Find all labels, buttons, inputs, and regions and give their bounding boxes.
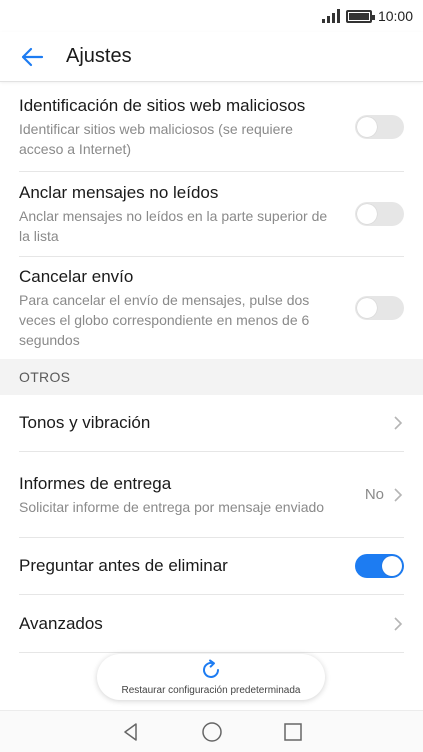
- setting-subtitle: Para cancelar el envío de mensajes, puls…: [19, 292, 310, 348]
- setting-tones[interactable]: Tonos y vibración: [19, 395, 404, 452]
- setting-advanced[interactable]: Avanzados: [19, 595, 404, 653]
- setting-subtitle: Anclar mensajes no leídos en la parte su…: [19, 208, 328, 244]
- setting-subtitle: Identificar sitios web maliciosos (se re…: [19, 121, 293, 157]
- setting-ask-before-delete[interactable]: Preguntar antes de eliminar: [19, 538, 404, 595]
- malicious-sites-toggle[interactable]: [355, 115, 404, 139]
- nav-back-button[interactable]: [116, 717, 146, 747]
- nav-home-button[interactable]: [197, 717, 227, 747]
- setting-title: Cancelar envío: [19, 267, 134, 286]
- page-title: Ajustes: [66, 45, 132, 67]
- restore-defaults-label: Restaurar configuración predeterminada: [121, 685, 301, 696]
- back-button[interactable]: [0, 32, 64, 82]
- battery-icon: [345, 9, 375, 23]
- section-header-otros: OTROS: [0, 359, 423, 395]
- setting-title: Informes de entrega: [19, 473, 172, 493]
- setting-title: Anclar mensajes no leídos: [19, 183, 219, 202]
- setting-title: Tonos y vibración: [19, 413, 151, 432]
- settings-list: Identificación de sitios web maliciosos …: [0, 83, 423, 653]
- setting-title: Identificación de sitios web maliciosos: [19, 96, 306, 115]
- chevron-right-icon: [394, 416, 403, 430]
- restore-defaults-button[interactable]: Restaurar configuración predeterminada: [97, 654, 325, 700]
- app-header: Ajustes: [0, 32, 423, 82]
- setting-subtitle: Solicitar informe de entrega por mensaje…: [19, 498, 325, 515]
- triangle-back-icon: [123, 722, 137, 741]
- setting-pin-unread[interactable]: Anclar mensajes no leídos Anclar mensaje…: [19, 172, 404, 257]
- setting-cancel-send[interactable]: Cancelar envío Para cancelar el envío de…: [19, 257, 404, 359]
- chevron-right-icon: [394, 616, 403, 631]
- refresh-icon: [203, 659, 219, 678]
- cancel-send-toggle[interactable]: [355, 296, 404, 320]
- signal-icon: [321, 9, 340, 23]
- delivery-reports-value: No: [364, 486, 384, 503]
- ask-before-delete-toggle[interactable]: [355, 554, 404, 578]
- status-time: 10:00: [377, 8, 413, 24]
- circle-home-icon: [201, 721, 222, 742]
- pin-unread-toggle[interactable]: [355, 202, 404, 226]
- square-recents-icon: [283, 722, 302, 741]
- chevron-right-icon: [394, 487, 403, 502]
- setting-delivery-reports[interactable]: Informes de entrega Solicitar informe de…: [19, 452, 404, 538]
- setting-malicious-sites[interactable]: Identificación de sitios web maliciosos …: [19, 83, 404, 172]
- navigation-bar: [0, 710, 423, 752]
- status-bar: 10:00: [0, 0, 423, 32]
- nav-recents-button[interactable]: [278, 717, 308, 747]
- setting-title: Preguntar antes de eliminar: [19, 556, 228, 575]
- setting-title: Avanzados: [19, 613, 103, 633]
- arrow-left-icon: [21, 47, 44, 66]
